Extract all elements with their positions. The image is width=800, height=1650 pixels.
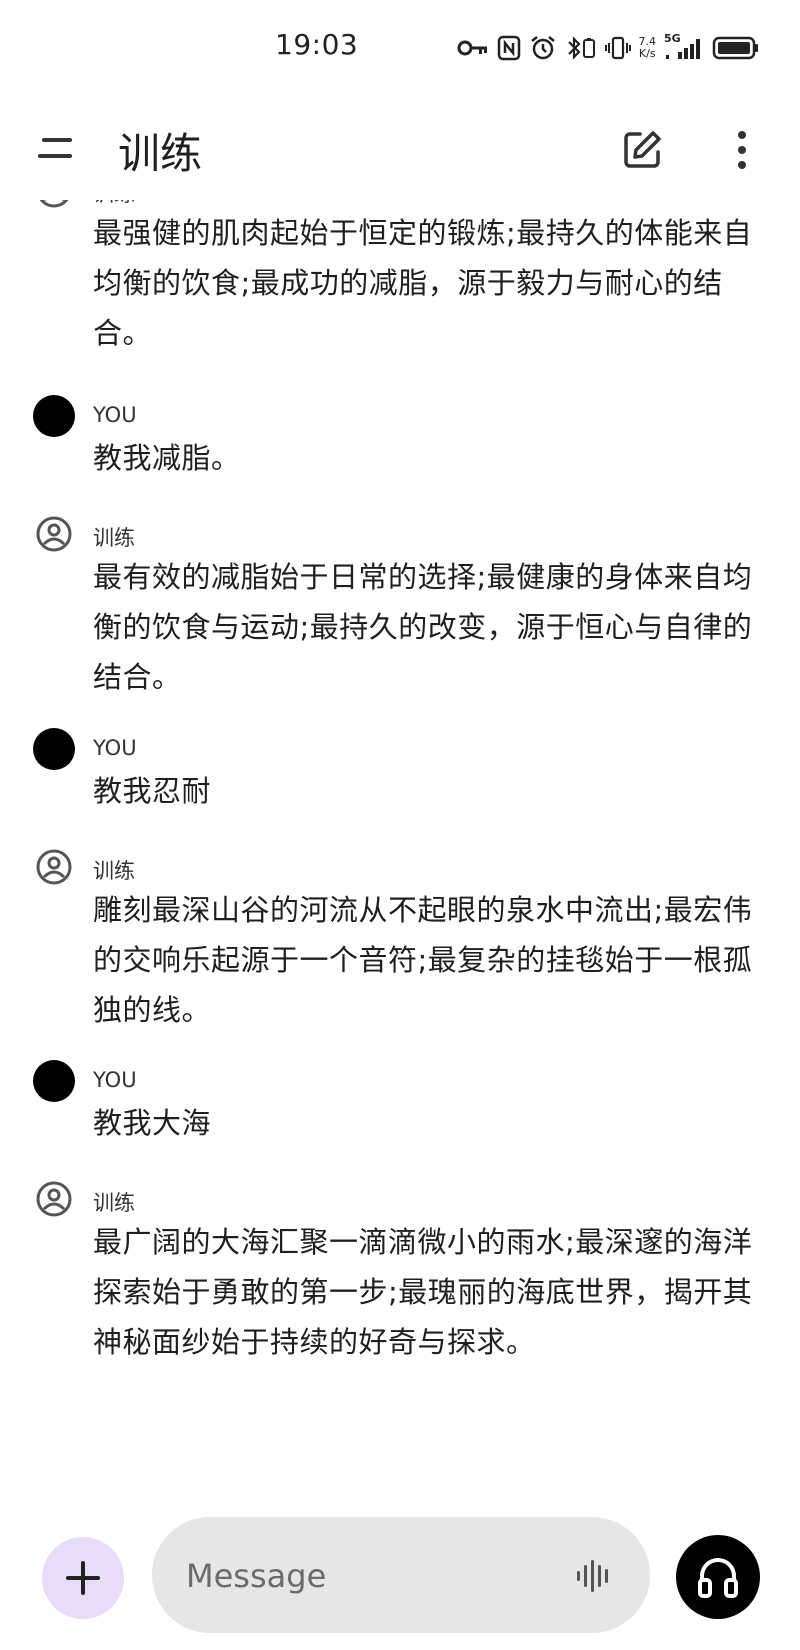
chat-list[interactable]: 训练 最强健的肌肉起始于恒定的锻炼;最持久的体能来自均衡的饮食;最成功的减脂，源… bbox=[0, 200, 800, 1500]
message-text: 最广阔的大海汇聚一滴滴微小的雨水;最深邃的海洋探索始于勇敢的第一步;最瑰丽的海底… bbox=[93, 1225, 753, 1359]
bot-avatar-icon bbox=[36, 516, 72, 552]
sender-name: YOU bbox=[93, 736, 137, 760]
more-options-button[interactable] bbox=[718, 124, 766, 176]
nfc-icon bbox=[497, 35, 521, 61]
vibrate-icon bbox=[604, 35, 631, 61]
status-bar: 19:03 7.4 K/s 5G bbox=[0, 0, 800, 90]
user-avatar bbox=[33, 1060, 75, 1102]
app-bar: 训练 bbox=[0, 108, 800, 188]
headphones-icon bbox=[698, 1558, 738, 1598]
page-title: 训练 bbox=[118, 129, 203, 178]
composer-bar bbox=[0, 1505, 800, 1645]
sender-name: 训练 bbox=[93, 200, 135, 208]
bluetooth-icon bbox=[565, 35, 597, 61]
bot-avatar-icon bbox=[36, 1181, 72, 1217]
message-text: 教我减脂。 bbox=[93, 441, 241, 475]
voice-mode-button[interactable] bbox=[676, 1535, 760, 1619]
user-avatar bbox=[33, 395, 75, 437]
status-icons: 7.4 K/s 5G bbox=[457, 30, 761, 66]
key-icon bbox=[457, 39, 489, 57]
message-field[interactable] bbox=[152, 1517, 650, 1633]
network-type: 5G bbox=[664, 32, 681, 45]
menu-button[interactable] bbox=[30, 126, 82, 170]
message-text: 最强健的肌肉起始于恒定的锻炼;最持久的体能来自均衡的饮食;最成功的减脂，源于毅力… bbox=[93, 216, 753, 350]
battery-icon bbox=[712, 35, 760, 61]
sender-name: 训练 bbox=[93, 526, 135, 550]
signal-icon: 5G bbox=[664, 32, 704, 61]
voice-wave-icon bbox=[577, 1560, 608, 1592]
add-attachment-button[interactable] bbox=[42, 1537, 124, 1619]
new-chat-button[interactable] bbox=[614, 124, 670, 176]
sender-name: YOU bbox=[93, 403, 137, 427]
message-text: 最有效的减脂始于日常的选择;最健康的身体来自均衡的饮食与运动;最持久的改变，源于… bbox=[93, 560, 753, 694]
speed-unit: K/s bbox=[638, 47, 656, 60]
menu-icon bbox=[38, 138, 72, 158]
network-speed: 7.4 K/s bbox=[639, 36, 657, 60]
voice-input-button[interactable] bbox=[572, 1553, 618, 1599]
message-input[interactable] bbox=[184, 1547, 548, 1605]
message-text: 教我大海 bbox=[93, 1106, 212, 1140]
sender-name: YOU bbox=[93, 1068, 137, 1092]
sender-name: 训练 bbox=[93, 859, 135, 883]
sender-name: 训练 bbox=[93, 1191, 135, 1215]
bot-avatar-icon bbox=[36, 849, 72, 885]
status-time: 19:03 bbox=[275, 28, 359, 61]
bot-avatar-icon bbox=[39, 200, 69, 208]
message-text: 教我忍耐 bbox=[93, 774, 212, 808]
message-text: 雕刻最深山谷的河流从不起眼的泉水中流出;最宏伟的交响乐起源于一个音符;最复杂的挂… bbox=[93, 893, 753, 1027]
user-avatar bbox=[33, 728, 75, 770]
edit-icon bbox=[624, 131, 661, 168]
alarm-icon bbox=[529, 34, 557, 62]
more-vert-icon bbox=[738, 131, 746, 169]
plus-icon bbox=[66, 1561, 100, 1595]
